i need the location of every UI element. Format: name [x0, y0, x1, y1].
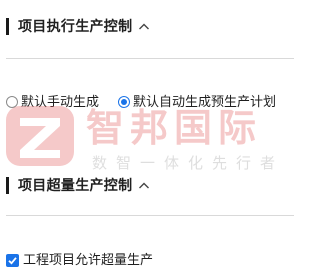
- checkbox-checked-icon[interactable]: [6, 254, 19, 267]
- z-logo-icon: [6, 106, 74, 166]
- section-header-overproduction: 项目超量生产控制: [0, 175, 294, 197]
- chevron-up-icon[interactable]: [138, 181, 150, 190]
- watermark: 智邦国际 数智一体化先行者: [0, 104, 294, 184]
- section-divider: [6, 215, 294, 216]
- radio-button-checked[interactable]: [118, 96, 130, 108]
- watermark-slogan: 数智一体化先行者: [92, 154, 285, 172]
- radio-label: 默认自动生成预生产计划: [133, 95, 277, 110]
- section-accent-bar: [6, 177, 9, 194]
- section-title: 项目执行生产控制: [18, 19, 133, 35]
- section-divider: [6, 58, 294, 59]
- section-header-execution: 项目执行生产控制: [0, 16, 294, 38]
- radio-button-unchecked[interactable]: [6, 96, 18, 108]
- chevron-up-icon[interactable]: [138, 22, 150, 31]
- section-accent-bar: [6, 18, 9, 35]
- checkbox-label: 工程项目允许超量生产: [23, 253, 154, 268]
- radio-label: 默认手动生成: [21, 95, 100, 110]
- section-title: 项目超量生产控制: [18, 178, 133, 194]
